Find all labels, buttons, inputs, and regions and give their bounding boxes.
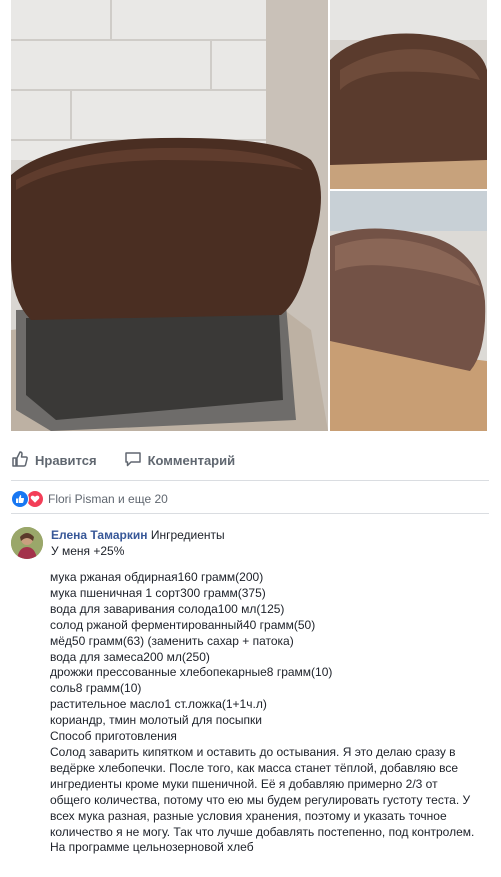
comment-header: Елена Тамаркин Ингредиенты — [51, 527, 225, 543]
comment-body: мука ржаная обдирная160 грамм(200) мука … — [50, 570, 475, 856]
photo-grid — [11, 0, 487, 431]
ingredient-line: вода для замеса200 мл(250) — [50, 649, 210, 664]
bread-photo-main[interactable] — [11, 0, 328, 431]
divider — [11, 480, 489, 481]
thumbs-up-icon — [11, 450, 35, 471]
like-button[interactable]: Нравится — [11, 450, 97, 471]
comment-button[interactable]: Комментарий — [124, 450, 236, 471]
reactions-summary[interactable]: Flori Pisman и еще 20 — [11, 489, 168, 509]
like-reaction-icon — [11, 490, 29, 508]
method-heading: Способ приготовления — [50, 729, 177, 744]
ingredient-line: мука пшеничная 1 сорт300 грамм(375) — [50, 585, 266, 600]
post-actions-bar: Нравится Комментарий — [11, 445, 489, 475]
ingredient-line: кориандр, тмин молотый для посыпки — [50, 713, 262, 728]
comment-author-link[interactable]: Елена Тамаркин — [51, 528, 147, 542]
speech-bubble-icon — [124, 450, 148, 471]
method-paragraph: Солод заварить кипятком и оставить до ос… — [50, 744, 475, 839]
comment-heading: Ингредиенты — [150, 528, 225, 542]
ingredient-line: мёд50 грамм(63) (заменить сахар + патока… — [50, 633, 294, 648]
like-label: Нравится — [35, 452, 97, 468]
ingredient-line: солод ржаной ферментированный40 грамм(50… — [50, 617, 316, 632]
comment-label: Комментарий — [147, 452, 236, 468]
reactions-text: Flori Pisman и еще 20 — [48, 492, 168, 506]
program-line: На программе цельнозерновой хлеб — [50, 840, 254, 855]
ingredient-line: дрожжи прессованные хлебопекарные8 грамм… — [50, 665, 333, 680]
ingredient-line: мука ржаная обдирная160 грамм(200) — [50, 570, 264, 584]
ingredient-line: вода для заваривания солода100 мл(125) — [50, 601, 285, 616]
avatar[interactable] — [11, 527, 43, 559]
ingredient-line: растительное масло1 ст.ложка(1+1ч.л) — [50, 697, 267, 712]
divider — [11, 513, 489, 514]
bread-photo-bottom[interactable] — [330, 191, 487, 431]
bread-photo-top[interactable] — [330, 0, 487, 189]
ingredient-line: соль8 грамм(10) — [50, 681, 142, 696]
comment-subline: У меня +25% — [51, 544, 125, 558]
